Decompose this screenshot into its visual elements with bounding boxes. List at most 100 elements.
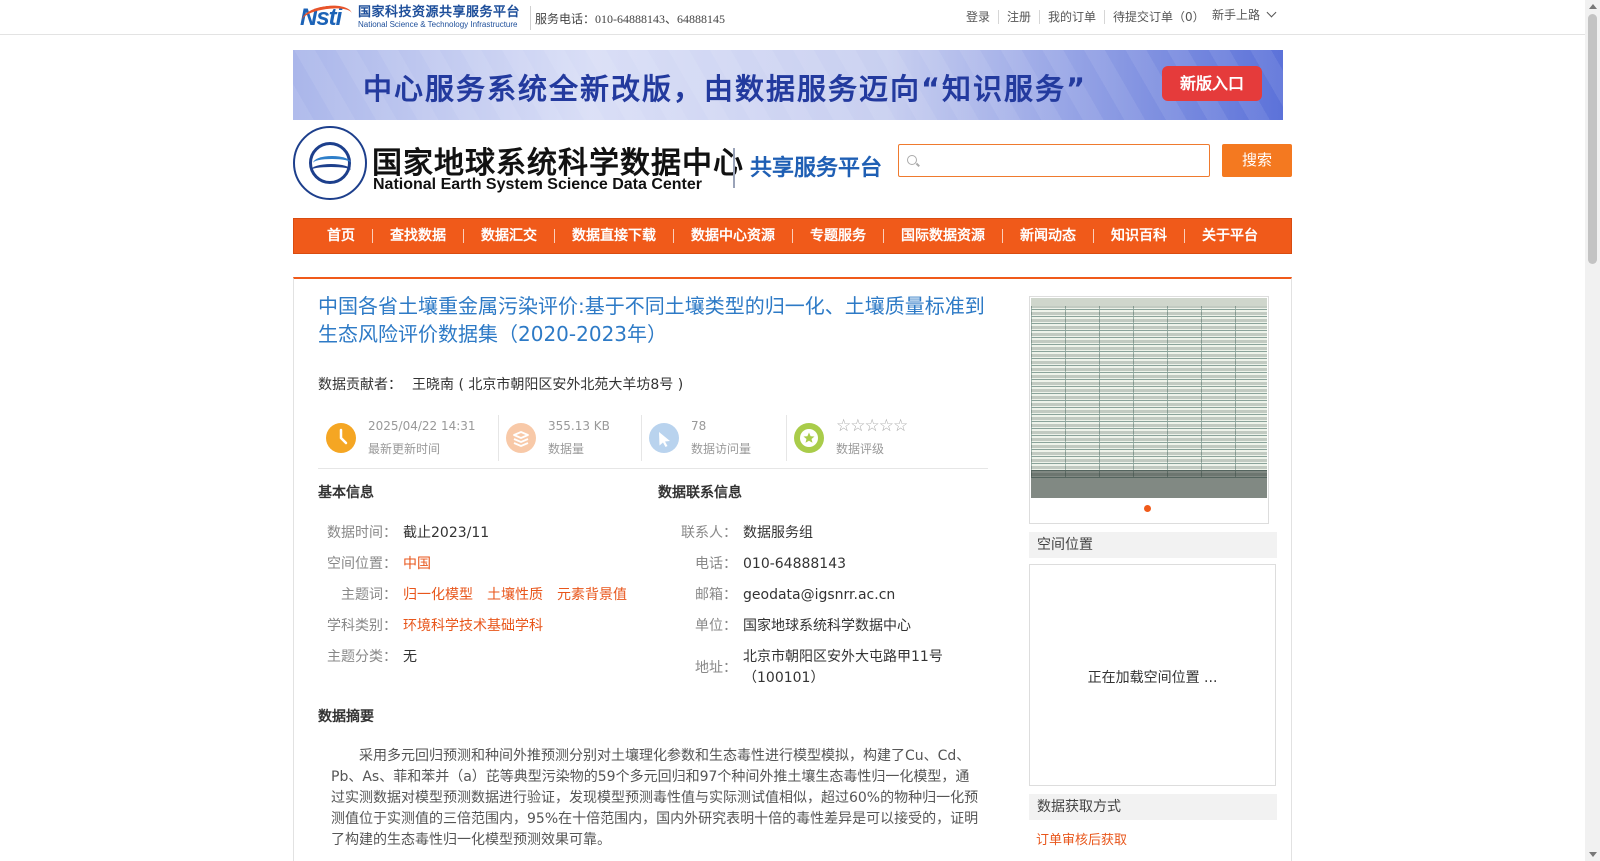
nav-international-resources[interactable]: 国际数据资源 <box>883 229 1002 243</box>
data-size-label: 数据量 <box>548 442 585 456</box>
search-box[interactable] <box>898 144 1210 177</box>
contact-value: 数据服务组 <box>743 525 813 541</box>
visits-value: 78 <box>691 419 707 433</box>
info-key: 数据时间： <box>327 525 397 541</box>
contact-row-address-label: 地址： <box>658 657 737 677</box>
contact-row-phone: 电话： 010-64888143 <box>658 553 846 573</box>
contact-key: 邮箱： <box>695 587 737 603</box>
nsti-logo-en: National Science & Technology Infrastruc… <box>358 19 518 29</box>
top-divider <box>530 6 531 30</box>
scroll-thumb[interactable] <box>1588 14 1597 264</box>
info-row-discipline: 学科类别： 环境科学技术基础学科 <box>318 615 551 635</box>
contact-info-title: 数据联系信息 <box>658 485 742 501</box>
nsti-logo-icon: Nsti <box>300 2 354 32</box>
my-orders-link[interactable]: 我的订单 <box>1039 10 1104 24</box>
abstract-title: 数据摘要 <box>318 709 374 725</box>
info-key: 学科类别： <box>327 618 397 634</box>
contributor-value: 王晓南 ( 北京市朝阳区安外北苑大羊坊8号 ) <box>412 377 684 393</box>
visits-icon <box>649 423 679 453</box>
discipline-link[interactable]: 环境科学技术基础学科 <box>403 618 543 634</box>
page-scrollbar[interactable] <box>1585 0 1600 861</box>
beginner-guide-dropdown[interactable]: 新手上路 <box>1212 6 1277 23</box>
nav-find-data[interactable]: 查找数据 <box>372 229 463 243</box>
search-button[interactable]: 搜索 <box>1222 144 1292 177</box>
login-link[interactable]: 登录 <box>958 10 998 24</box>
nav-direct-download[interactable]: 数据直接下载 <box>554 229 673 243</box>
update-time-value: 2025/04/22 14:31 <box>368 419 476 433</box>
contact-key: 联系人： <box>681 525 737 541</box>
stat-data-size: 355.13 KB 数据量 <box>498 415 641 461</box>
chevron-down-icon <box>1266 7 1277 18</box>
platform-name: 共享服务平台 <box>750 156 883 181</box>
nav-data-submission[interactable]: 数据汇交 <box>463 229 554 243</box>
stat-rating: ☆☆☆☆☆ 数据评级 <box>786 415 986 461</box>
beginner-guide-label: 新手上路 <box>1212 8 1261 22</box>
info-value: 无 <box>403 649 417 665</box>
layers-icon <box>506 423 536 453</box>
nsti-logo-cn: 国家科技资源共享服务平台 <box>358 4 521 20</box>
service-hotline: 服务电话：010-64888143、64888145 <box>535 12 725 26</box>
keyword-link[interactable]: 元素背景值 <box>557 587 627 603</box>
new-version-button[interactable]: 新版入口 <box>1162 66 1262 101</box>
data-center-logo[interactable]: 国家地球系统科学数据中心 National Earth System Scien… <box>293 126 893 202</box>
preview-carousel[interactable] <box>1029 296 1269 524</box>
rating-label: 数据评级 <box>836 442 885 456</box>
banner-text: 中心服务系统全新改版，由数据服务迈向“知识服务” <box>363 72 1088 106</box>
nav-topic-services[interactable]: 专题服务 <box>792 229 883 243</box>
data-center-emblem-icon <box>293 126 367 200</box>
contact-row-person: 联系人： 数据服务组 <box>658 522 813 542</box>
scroll-down-arrow-icon[interactable] <box>1589 852 1597 857</box>
nav-home[interactable]: 首页 <box>310 229 372 243</box>
nav-news[interactable]: 新闻动态 <box>1002 229 1093 243</box>
star-icon <box>794 423 824 453</box>
dataset-contributor: 数据贡献者： 王晓南 ( 北京市朝阳区安外北苑大羊坊8号 ) <box>318 374 683 394</box>
contact-key: 地址： <box>695 660 737 676</box>
scroll-up-arrow-icon[interactable] <box>1589 4 1597 9</box>
nav-knowledge[interactable]: 知识百科 <box>1093 229 1184 243</box>
abstract-text: 采用多元回归预测和种间外推预测分别对土壤理化参数和生态毒性进行模型模拟，构建了C… <box>331 748 979 848</box>
info-row-spatial: 空间位置： 中国 <box>318 553 439 573</box>
stat-visits: 78 数据访问量 <box>641 415 786 461</box>
register-link[interactable]: 注册 <box>998 10 1039 24</box>
access-method-link[interactable]: 订单审核后获取 <box>1036 829 1127 848</box>
carousel-dot[interactable] <box>1144 505 1151 512</box>
clock-icon <box>326 423 356 453</box>
contributor-label: 数据贡献者： <box>318 377 402 393</box>
info-key: 空间位置： <box>327 556 397 572</box>
contact-value: 国家地球系统科学数据中心 <box>743 618 911 634</box>
search-icon <box>907 155 917 165</box>
data-center-name-en: National Earth System Science Data Cente… <box>373 176 703 193</box>
announcement-banner[interactable]: 中心服务系统全新改版，由数据服务迈向“知识服务” 新版入口 <box>293 50 1283 120</box>
keyword-link[interactable]: 土壤性质 <box>487 587 543 603</box>
contact-key: 单位： <box>695 618 737 634</box>
rating-stars[interactable]: ☆☆☆☆☆ <box>836 416 908 436</box>
contact-row-email: 邮箱： geodata@igsnrr.ac.cn <box>658 584 895 604</box>
contact-value: 010-64888143 <box>743 556 847 572</box>
info-row-data-time: 数据时间： 截止2023/11 <box>318 522 489 542</box>
contact-value[interactable]: geodata@igsnrr.ac.cn <box>743 587 895 603</box>
main-nav: 首页 查找数据 数据汇交 数据直接下载 数据中心资源 专题服务 国际数据资源 新… <box>293 218 1292 254</box>
top-links: 登录 注册 我的订单 待提交订单（0） <box>958 10 1213 24</box>
info-value: 截止2023/11 <box>403 525 490 541</box>
keyword-link[interactable]: 归一化模型 <box>403 587 473 603</box>
search-input[interactable] <box>923 149 1203 173</box>
top-bar: Nsti 国家科技资源共享服务平台 National Science & Tec… <box>0 0 1585 35</box>
spatial-map[interactable]: 正在加载空间位置 ... <box>1029 564 1276 786</box>
spatial-link-china[interactable]: 中国 <box>403 556 431 572</box>
dataset-title: 中国各省土壤重金属污染评价:基于不同土壤类型的归一化、土壤质量标准到生态风险评价… <box>318 294 985 346</box>
pending-orders-link[interactable]: 待提交订单（0） <box>1104 10 1213 24</box>
contact-address-line2: （100101） <box>743 670 825 686</box>
logo-separator <box>733 148 735 188</box>
info-key: 主题词： <box>341 587 397 603</box>
visits-label: 数据访问量 <box>691 442 752 456</box>
info-key: 主题分类： <box>327 649 397 665</box>
spreadsheet-preview-image[interactable] <box>1031 298 1267 498</box>
nav-about[interactable]: 关于平台 <box>1184 229 1275 243</box>
stat-update-time: 2025/04/22 14:31 最新更新时间 <box>318 415 498 461</box>
nav-center-resources[interactable]: 数据中心资源 <box>673 229 792 243</box>
contact-address-line1: 北京市朝阳区安外大屯路甲11号 <box>743 649 943 665</box>
dataset-stats: 2025/04/22 14:31 最新更新时间 355.13 KB 数据量 78… <box>318 409 988 469</box>
info-row-topic-category: 主题分类： 无 <box>318 646 417 666</box>
nsti-logo[interactable]: Nsti 国家科技资源共享服务平台 National Science & Tec… <box>300 2 528 32</box>
contact-row-unit: 单位： 国家地球系统科学数据中心 <box>658 615 911 635</box>
